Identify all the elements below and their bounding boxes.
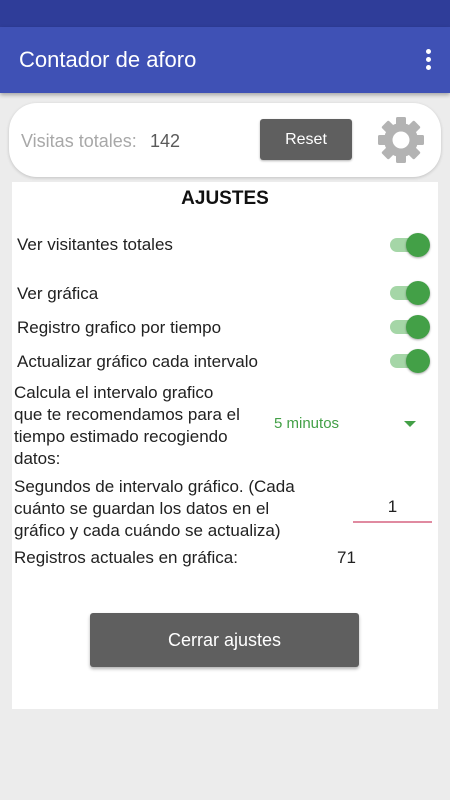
interval-seconds-input[interactable]: 1 [353, 495, 432, 523]
counter-card: Visitas totales: 142 Reset [9, 103, 441, 177]
visits-count: 142 [150, 131, 181, 151]
interval-calc-label: Calcula el intervalo grafico que te reco… [14, 383, 240, 468]
status-bar [0, 0, 450, 27]
toggle-show-chart[interactable] [390, 281, 430, 305]
interval-dropdown-value: 5 minutos [274, 415, 340, 432]
toggle-label-update-interval: Actualizar gráfico cada intervalo [17, 352, 258, 371]
records-count: 71 [337, 548, 356, 567]
close-settings-button[interactable]: Cerrar ajustes [90, 613, 359, 667]
visits-label: Visitas totales: [21, 131, 137, 151]
toggle-total-visitors[interactable] [390, 233, 430, 257]
interval-seconds-label: Segundos de intervalo gráfico. (Cada cuá… [14, 477, 295, 540]
interval-dropdown[interactable]: 5 minutos [274, 412, 424, 438]
records-label: Registros actuales en gráfica: [14, 548, 238, 567]
overflow-menu-icon[interactable] [418, 47, 438, 73]
dropdown-arrow-icon [404, 421, 416, 427]
reset-button[interactable]: Reset [260, 119, 352, 160]
interval-seconds-value: 1 [387, 497, 398, 516]
app-title: Contador de aforo [19, 47, 197, 72]
gear-icon[interactable] [376, 115, 426, 165]
toggle-label-total-visitors: Ver visitantes totales [17, 235, 173, 254]
toggle-label-time-log: Registro grafico por tiempo [17, 318, 222, 337]
toggle-label-show-chart: Ver gráfica [17, 284, 99, 303]
app-bar: Contador de aforo [0, 27, 450, 93]
toggle-time-log[interactable] [390, 315, 430, 339]
settings-title: AJUSTES [181, 188, 269, 209]
toggle-update-interval[interactable] [390, 349, 430, 373]
settings-panel: AJUSTES Ver visitantes totales Ver gráfi… [12, 182, 438, 709]
